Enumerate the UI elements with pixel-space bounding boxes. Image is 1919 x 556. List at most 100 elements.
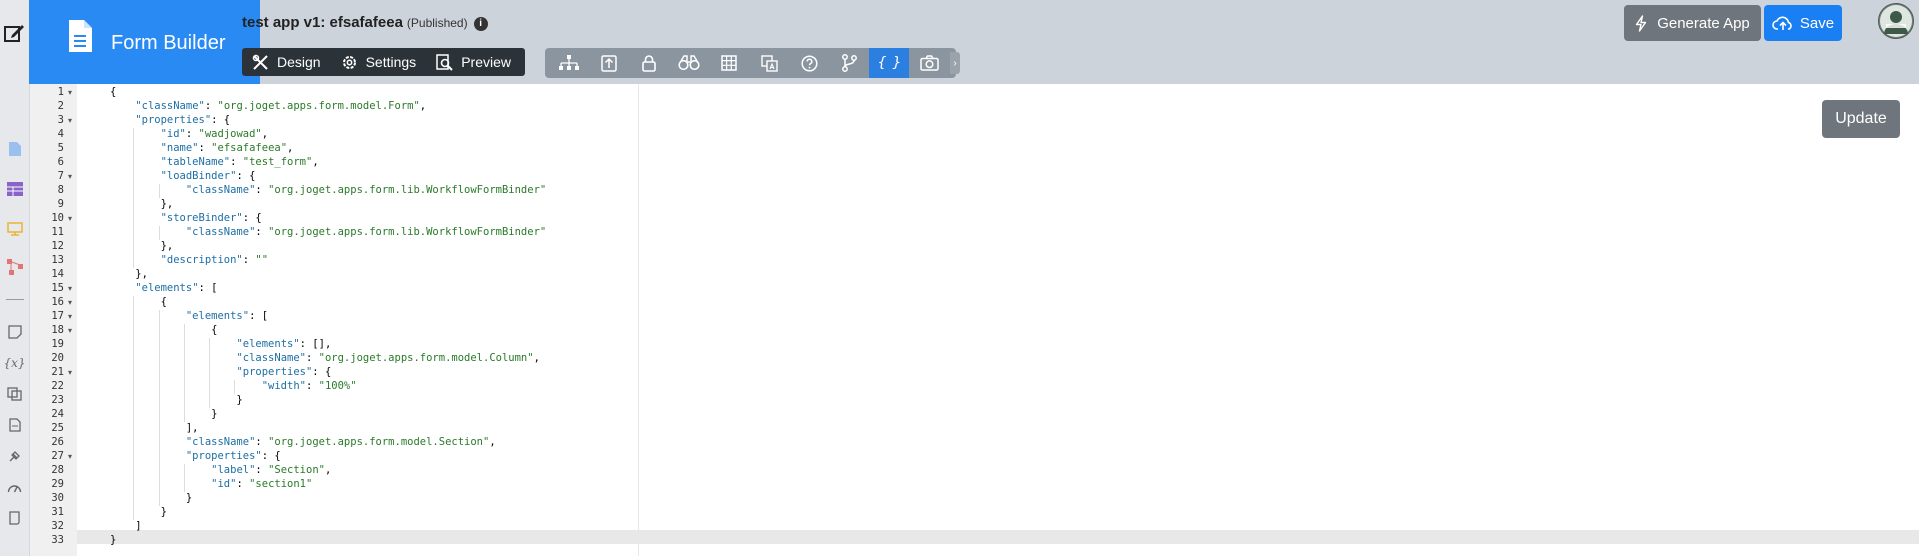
find-usage-button[interactable] [669, 48, 709, 78]
line-number: 32 [51, 520, 64, 532]
code-line: "label": "Section", [110, 464, 331, 478]
edit-icon[interactable] [3, 22, 25, 44]
toolbar-more-button[interactable]: › [950, 52, 960, 74]
json-punctuation: } [110, 408, 218, 420]
rail-divider [6, 299, 24, 300]
fold-toggle-icon[interactable]: ▾ [68, 116, 72, 125]
line-number: 24 [51, 408, 64, 420]
user-avatar[interactable] [1878, 3, 1914, 39]
screenshot-button[interactable] [909, 48, 949, 78]
json-punctuation: : [305, 352, 319, 364]
json-punctuation: : [255, 226, 269, 238]
json-editor-button[interactable]: { } [869, 48, 909, 78]
variable-icon[interactable]: {x} [3, 354, 25, 371]
json-punctuation: : [255, 464, 269, 476]
fold-toggle-icon[interactable]: ▾ [68, 368, 72, 377]
fold-toggle-icon[interactable]: ▾ [68, 172, 72, 181]
design-tools-icon [252, 54, 268, 70]
json-punctuation [110, 338, 236, 350]
brand-block[interactable]: Form Builder [29, 0, 260, 84]
json-punctuation [110, 184, 186, 196]
translate-button[interactable] [749, 48, 789, 78]
fold-toggle-icon[interactable]: ▾ [68, 312, 72, 321]
json-punctuation [110, 310, 186, 322]
generate-app-label: Generate App [1657, 14, 1750, 32]
json-key: "className" [236, 352, 306, 364]
log-icon[interactable] [6, 509, 23, 526]
json-punctuation: } [110, 534, 117, 546]
fold-toggle-icon[interactable]: ▾ [68, 284, 72, 293]
preview-tab[interactable]: Preview [426, 48, 521, 76]
fold-toggle-icon[interactable]: ▾ [68, 452, 72, 461]
permission-button[interactable] [629, 48, 669, 78]
json-punctuation: }, [110, 198, 174, 210]
line-number: 28 [51, 464, 64, 476]
datalist-icon[interactable] [6, 180, 23, 197]
update-button[interactable]: Update [1822, 100, 1900, 138]
tree-view-button[interactable] [549, 48, 589, 78]
line-number: 22 [51, 380, 64, 392]
builder-toolbar: { } [545, 48, 956, 78]
settings-tab[interactable]: Settings [331, 48, 427, 76]
json-punctuation: } [110, 492, 193, 504]
json-punctuation [110, 282, 135, 294]
json-string: "Section" [268, 464, 325, 476]
form-icon[interactable] [6, 140, 23, 157]
fold-toggle-icon[interactable]: ▾ [68, 214, 72, 223]
save-button[interactable]: Save [1764, 5, 1842, 41]
userview-icon[interactable] [6, 220, 23, 237]
json-punctuation [110, 254, 161, 266]
code-line: "elements": [ [110, 282, 217, 296]
import-export-button[interactable] [589, 48, 629, 78]
save-label: Save [1799, 14, 1835, 32]
indent-guide [133, 296, 135, 520]
json-punctuation: , [261, 128, 269, 140]
json-punctuation: : [], [299, 338, 332, 350]
help-button[interactable] [789, 48, 829, 78]
json-string: "org.joget.apps.form.model.Section" [268, 436, 490, 448]
json-punctuation: : [185, 128, 199, 140]
info-icon[interactable]: i [473, 17, 488, 31]
design-tab[interactable]: Design [242, 48, 331, 76]
fold-toggle-icon[interactable]: ▾ [68, 88, 72, 97]
line-number: 27 [51, 450, 64, 462]
json-punctuation [110, 450, 186, 462]
json-punctuation: , [419, 100, 427, 112]
json-punctuation: }, [110, 268, 148, 280]
line-number: 1 [57, 86, 64, 98]
json-punctuation: ], [110, 422, 199, 434]
code-area[interactable]: { "className": "org.joget.apps.form.mode… [110, 84, 1140, 556]
line-number: 15 [51, 282, 64, 294]
json-punctuation: : [242, 254, 256, 266]
json-key: "id" [160, 128, 186, 140]
process-icon[interactable] [6, 258, 23, 275]
json-key: "id" [211, 478, 237, 490]
line-number: 33 [51, 534, 64, 546]
fold-toggle-icon[interactable]: ▾ [68, 298, 72, 307]
code-line: "className": "org.joget.apps.form.model.… [110, 352, 539, 366]
plugin-icon[interactable] [6, 447, 23, 464]
indent-guide [183, 324, 185, 422]
line-number: 19 [51, 338, 64, 350]
resources-icon[interactable] [6, 385, 23, 402]
note-icon[interactable] [6, 323, 23, 340]
json-string: "100%" [318, 380, 357, 392]
json-string: "section1" [249, 478, 313, 490]
performance-icon[interactable] [6, 478, 23, 495]
left-rail: {x} [0, 0, 30, 556]
line-number: 18 [51, 324, 64, 336]
code-line: } [110, 492, 192, 506]
generate-app-button[interactable]: Generate App [1624, 5, 1761, 41]
json-punctuation: : [305, 380, 319, 392]
help-icon [800, 54, 818, 72]
json-editor[interactable]: 1 ▾ 2 3 ▾ 4 5 6 7 ▾ 8 9 10 ▾ 11 12 13 14 15 ▾ 16 ▾ 17 ▾ 18 ▾ 19 20 2… [30, 84, 1919, 556]
line-number: 26 [51, 436, 64, 448]
document-icon[interactable] [6, 416, 23, 433]
binoculars-icon [678, 55, 700, 71]
app-name: test app v1: efsafafeea [242, 14, 403, 31]
indent-guide [234, 380, 236, 394]
fold-toggle-icon[interactable]: ▾ [68, 326, 72, 335]
version-button[interactable] [829, 48, 869, 78]
tree-icon [559, 55, 579, 70]
table-view-button[interactable] [709, 48, 749, 78]
